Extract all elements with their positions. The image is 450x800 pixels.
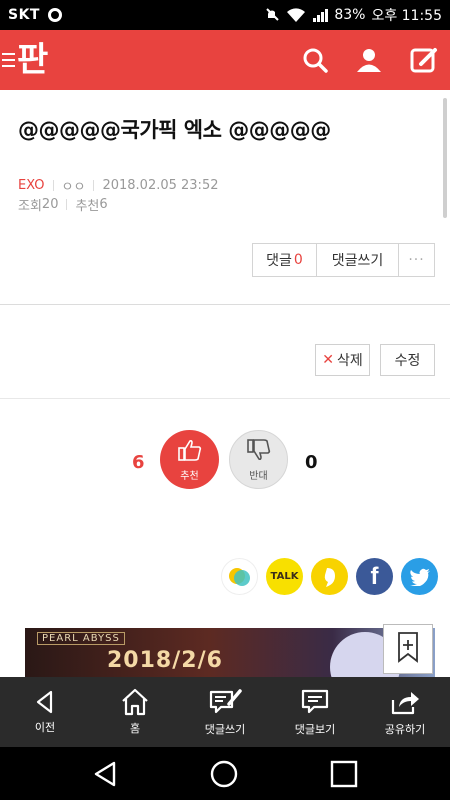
nav-label: 이전 (34, 721, 56, 734)
post-stats: 조회 20 추천 6 (18, 195, 108, 214)
comment-write-icon (208, 687, 242, 721)
nav-home[interactable]: 홈 (90, 677, 180, 747)
battery-level: 83% (334, 7, 366, 23)
recommends-label: 추천 (75, 199, 100, 214)
back-icon (32, 689, 58, 719)
post-actions: ✕ 삭제 수정 (0, 306, 450, 399)
oppose-button[interactable]: 반대 (229, 430, 288, 489)
share-icon (389, 687, 421, 721)
share-bar: TALK f (0, 555, 450, 600)
status-bar: SKT 83% 오후 11:55 (0, 0, 450, 30)
recommend-button[interactable]: 추천 (160, 430, 219, 489)
comments-label: 댓글 (266, 253, 292, 269)
ad-banner[interactable]: PEARL ABYSS 2018/2/6 (25, 628, 435, 678)
bookmark-add-icon (395, 631, 421, 667)
recommend-label: 추천 (180, 470, 199, 482)
bookmark-button[interactable] (383, 624, 433, 674)
home-icon (120, 688, 150, 720)
pann-logo[interactable]: 판 (0, 30, 48, 90)
ad-date: 2018/2/6 (107, 648, 223, 673)
facebook-icon[interactable]: f (356, 558, 393, 595)
write-comment-button[interactable]: 댓글쓰기 (317, 244, 399, 276)
delete-label: 삭제 (336, 353, 363, 369)
scrollbar[interactable] (443, 98, 447, 218)
divider (93, 180, 95, 191)
logo-text: 판 (17, 40, 48, 80)
vote-section: 6 추천 반대 0 (0, 400, 450, 550)
nav-view-comments[interactable]: 댓글보기 (270, 677, 360, 747)
twitter-icon[interactable] (401, 558, 438, 595)
post-header: @@@@@국가픽 엑소 @@@@@ EXO ㅇㅇ 2018.02.05 23:5… (0, 90, 450, 305)
divider (66, 199, 68, 210)
comments-button[interactable]: 댓글 0 (253, 244, 317, 276)
comment-view-icon (300, 687, 330, 721)
thumbs-down-icon (246, 438, 272, 466)
nav-back[interactable]: 이전 (0, 677, 90, 747)
nav-label: 홈 (129, 722, 141, 735)
app-header: 판 (0, 30, 450, 90)
band-icon[interactable] (311, 558, 348, 595)
kakaostory-icon[interactable] (221, 558, 258, 595)
system-back-icon[interactable] (90, 759, 120, 793)
post-title: @@@@@국가픽 엑소 @@@@@ (18, 118, 331, 142)
notification-circle-icon (47, 8, 62, 22)
status-right: 83% 오후 11:55 (264, 5, 442, 25)
post-datetime: 2018.02.05 23:52 (102, 178, 219, 193)
signal-icon (312, 7, 329, 23)
wifi-icon (286, 7, 306, 23)
bottom-nav: 이전 홈 댓글쓰기 댓글보기 공유하기 (0, 677, 450, 747)
mute-icon (264, 7, 280, 23)
post-category[interactable]: EXO (18, 178, 45, 193)
views-count: 20 (41, 197, 59, 212)
ad-brand: PEARL ABYSS (37, 632, 125, 645)
comments-count: 0 (293, 252, 303, 268)
menu-icon[interactable] (2, 53, 15, 67)
divider (52, 180, 54, 191)
carrier-name: SKT (8, 7, 40, 23)
nav-label: 댓글보기 (294, 723, 336, 736)
post-author: ㅇㅇ (61, 180, 86, 195)
clock: 오후 11:55 (371, 8, 442, 24)
more-button[interactable]: ··· (399, 244, 434, 276)
nav-label: 댓글쓰기 (204, 723, 246, 736)
user-icon[interactable] (356, 47, 382, 73)
close-icon: ✕ (322, 352, 334, 368)
system-recents-icon[interactable] (329, 759, 359, 793)
system-home-icon[interactable] (209, 759, 239, 793)
delete-button[interactable]: ✕ 삭제 (315, 344, 370, 376)
nav-write-comment[interactable]: 댓글쓰기 (180, 677, 270, 747)
oppose-count: 0 (305, 452, 318, 473)
views-label: 조회 (18, 199, 42, 214)
nav-label: 공유하기 (384, 723, 426, 736)
kakaotalk-icon[interactable]: TALK (266, 558, 303, 595)
nav-share[interactable]: 공유하기 (360, 677, 450, 747)
post-meta: EXO ㅇㅇ 2018.02.05 23:52 (18, 176, 218, 195)
search-icon[interactable] (302, 47, 328, 73)
write-icon[interactable] (410, 46, 438, 74)
system-nav-bar (0, 747, 450, 800)
comment-button-group: 댓글 0 댓글쓰기 ··· (252, 243, 435, 277)
kakaotalk-text: TALK (270, 571, 299, 582)
recommend-count: 6 (132, 452, 145, 473)
thumbs-up-icon (177, 438, 203, 466)
recommends-count: 6 (99, 197, 108, 212)
oppose-label: 반대 (249, 470, 268, 482)
edit-button[interactable]: 수정 (380, 344, 435, 376)
